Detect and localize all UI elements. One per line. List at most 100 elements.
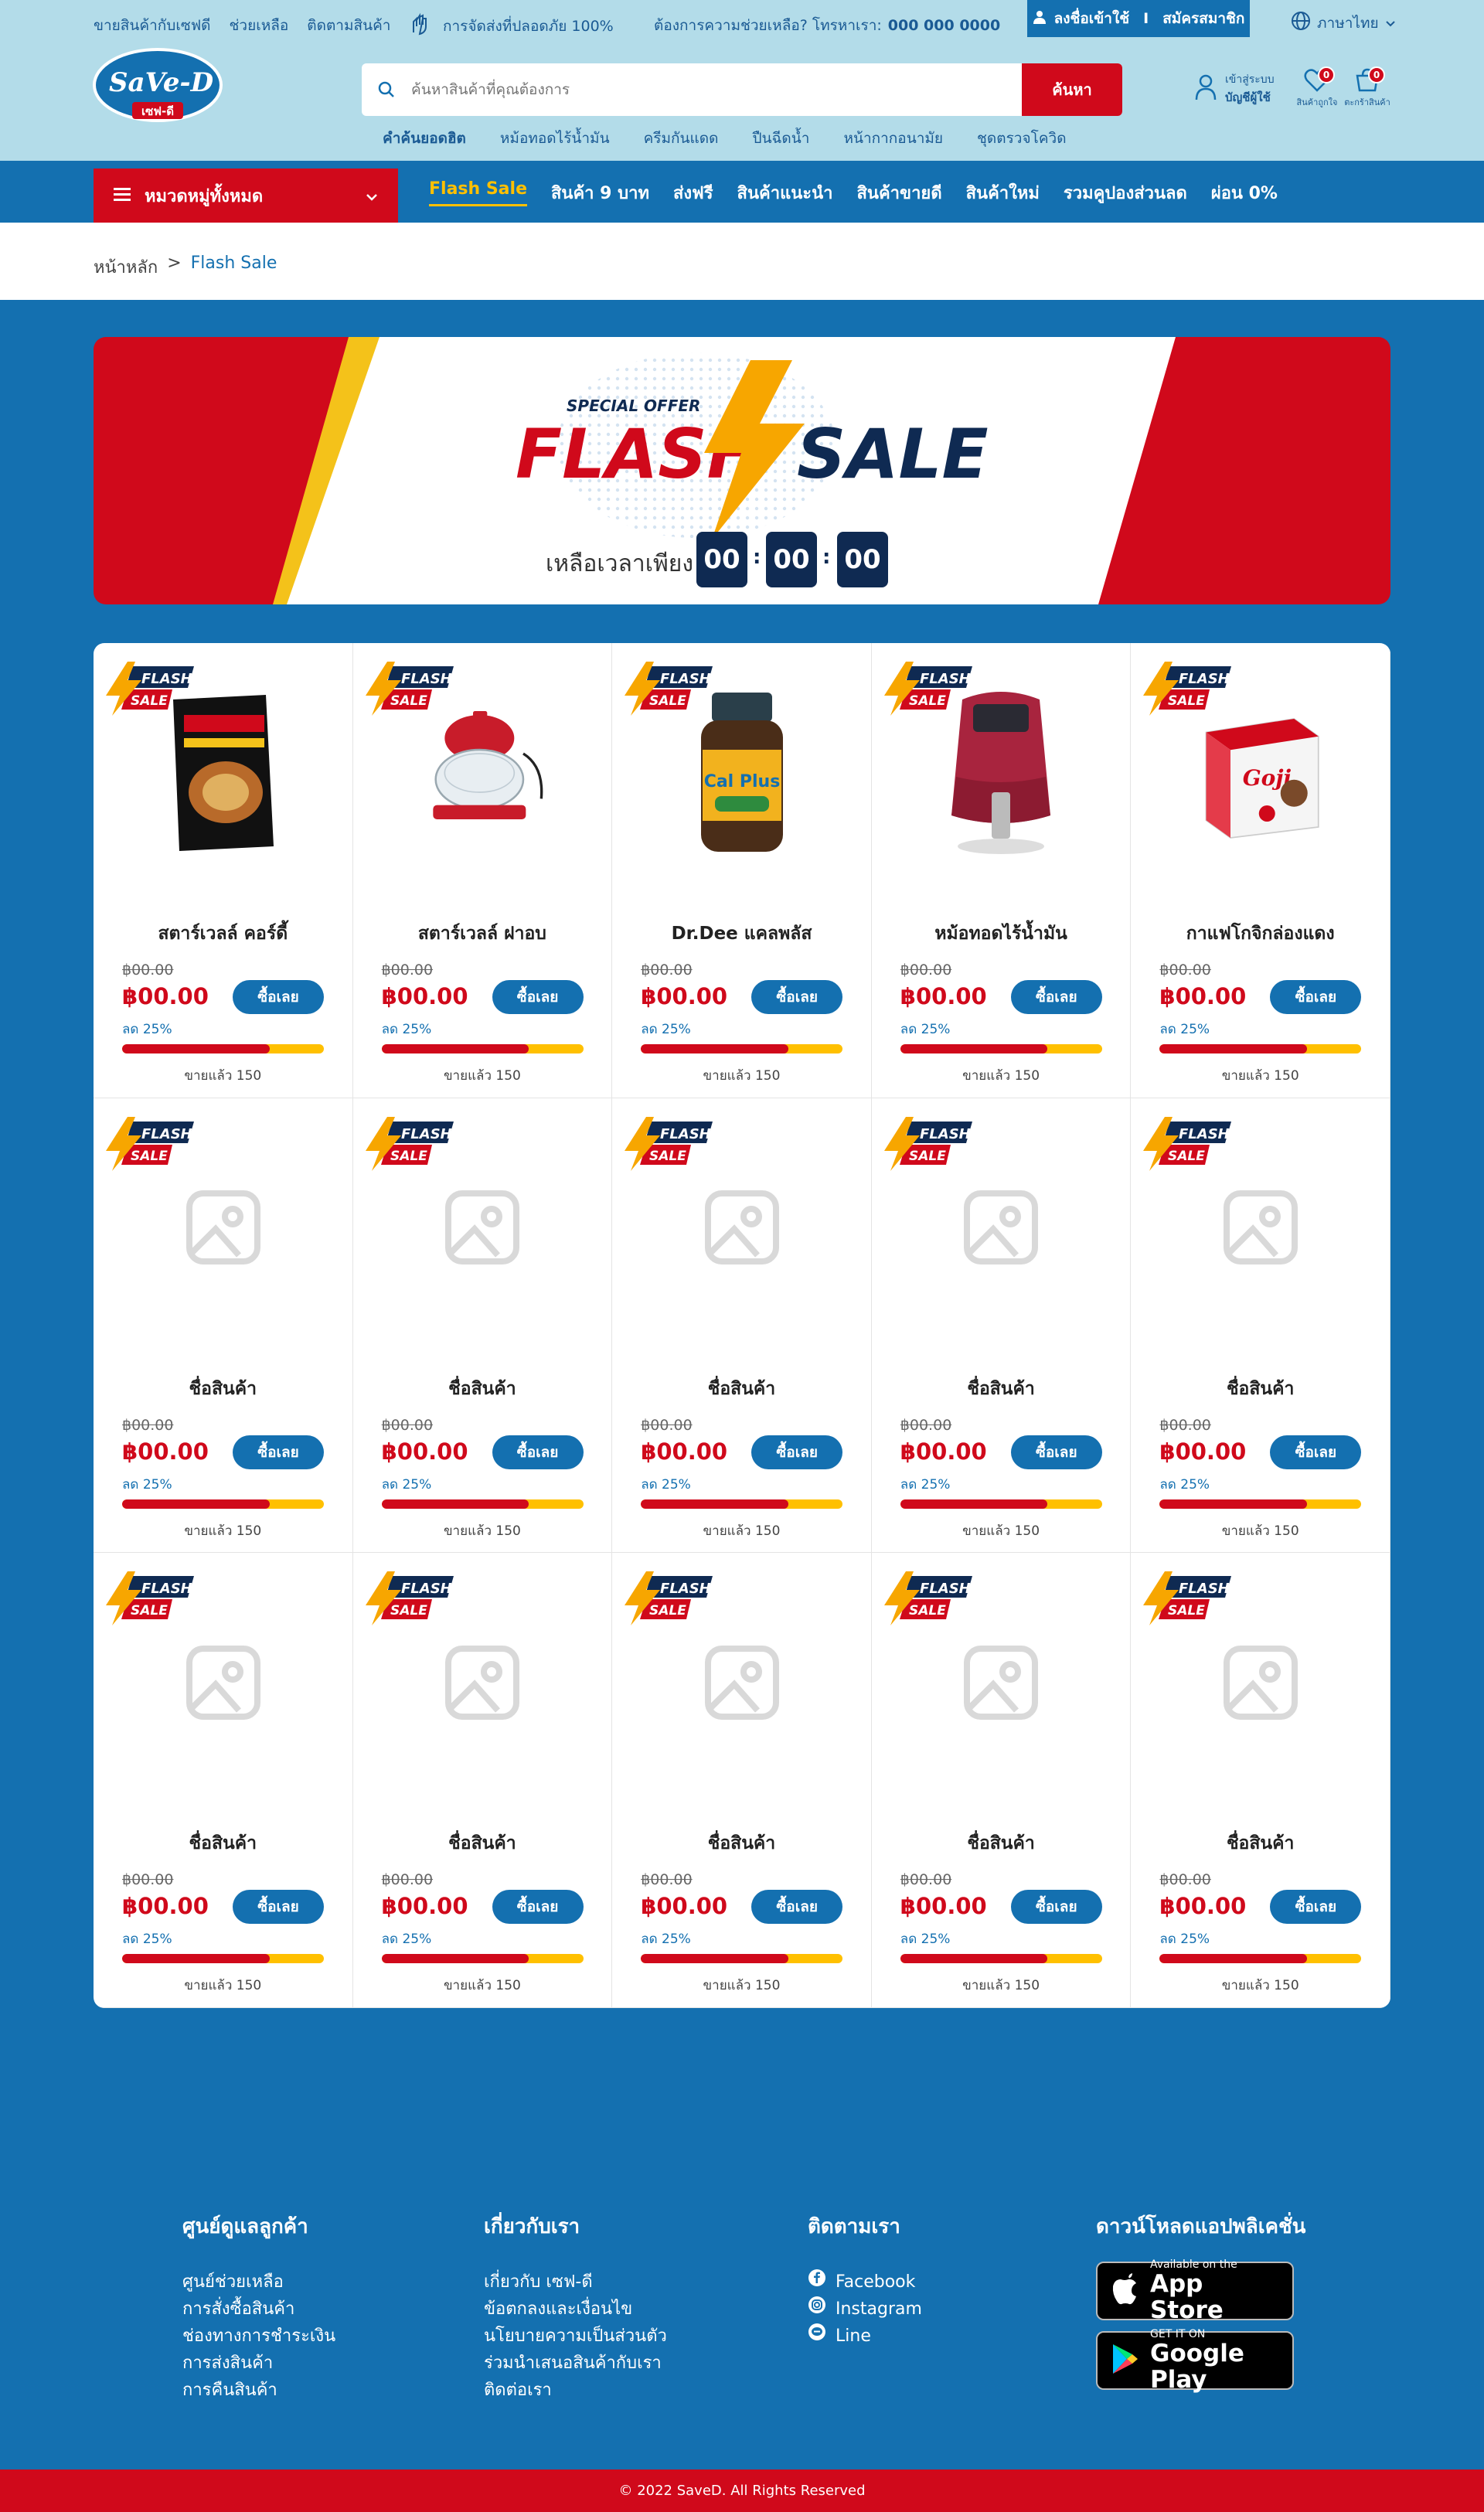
footer-link[interactable]: นโยบายความเป็นส่วนตัว	[484, 2323, 667, 2350]
footer-link-facebook[interactable]: Facebook	[808, 2269, 922, 2296]
product-image[interactable]: Goji	[1193, 705, 1328, 840]
product-image[interactable]	[415, 1615, 550, 1750]
product-image[interactable]	[1193, 1615, 1328, 1750]
account-menu[interactable]: เข้าสู่ระบบ บัญชีผู้ใช้	[1194, 71, 1275, 107]
hot-keyword[interactable]: หม้อทอดไร้น้ำมัน	[500, 127, 610, 150]
product-name[interactable]: สตาร์เวลล์ คอร์ดี้	[94, 920, 352, 948]
register-link[interactable]: สมัครสมาชิก	[1162, 7, 1244, 30]
product-name[interactable]: ชื่อสินค้า	[612, 1375, 871, 1403]
footer-link-line[interactable]: Line	[808, 2323, 922, 2350]
product-card[interactable]: FLASH SALE Goji กาแฟโกจิกล่องแดง ฿00.00 ฿00.0…	[1131, 643, 1390, 1098]
product-card[interactable]: FLASH SALE ชื่อสินค้า ฿00.00 ฿00.00 ซื้อเลย ลด…	[612, 1553, 872, 2008]
brand-logo[interactable]: SaVe-D เซฟ-ดี	[92, 46, 223, 136]
product-name[interactable]: ชื่อสินค้า	[94, 1830, 352, 1857]
product-name[interactable]: ชื่อสินค้า	[1131, 1375, 1390, 1403]
footer-link[interactable]: การส่งสินค้า	[182, 2350, 335, 2377]
product-name[interactable]: Dr.Dee แคลพลัส	[612, 920, 871, 948]
buy-now-button[interactable]: ซื้อเลย	[1270, 1890, 1362, 1925]
wishlist-button[interactable]: 0 สินค้าถูกใจ	[1290, 66, 1344, 109]
buy-now-button[interactable]: ซื้อเลย	[233, 980, 324, 1014]
product-image[interactable]	[674, 1160, 809, 1295]
product-image[interactable]	[934, 1160, 1069, 1295]
product-name[interactable]: ชื่อสินค้า	[612, 1830, 871, 1857]
buy-now-button[interactable]: ซื้อเลย	[1010, 1435, 1102, 1469]
all-categories-button[interactable]: หมวดหมู่ทั้งหมด	[94, 168, 398, 223]
nav-recommended[interactable]: สินค้าแนะนำ	[737, 179, 833, 206]
nav-best-sellers[interactable]: สินค้าขายดี	[857, 179, 942, 206]
footer-link[interactable]: ติดต่อเรา	[484, 2377, 667, 2404]
nav-flash-sale[interactable]: Flash Sale	[429, 179, 527, 206]
footer-link-instagram[interactable]: Instagram	[808, 2296, 922, 2323]
buy-now-button[interactable]: ซื้อเลย	[492, 1890, 584, 1925]
nav-new-products[interactable]: สินค้าใหม่	[966, 179, 1040, 206]
buy-now-button[interactable]: ซื้อเลย	[233, 1435, 324, 1469]
product-name[interactable]: ชื่อสินค้า	[353, 1375, 612, 1403]
buy-now-button[interactable]: ซื้อเลย	[492, 980, 584, 1014]
product-name[interactable]: สตาร์เวลล์ ฝาอบ	[353, 920, 612, 948]
cart-button[interactable]: 0 ตะกร้าสินค้า	[1340, 66, 1394, 109]
product-image[interactable]	[415, 1160, 550, 1295]
product-name[interactable]: ชื่อสินค้า	[353, 1830, 612, 1857]
footer-link[interactable]: ช่องทางการชำระเงิน	[182, 2323, 335, 2350]
app-store-button[interactable]: Available on the App Store	[1096, 2258, 1294, 2323]
hot-keyword[interactable]: ปืนฉีดน้ำ	[752, 127, 809, 150]
footer-link[interactable]: ศูนย์ช่วยเหลือ	[182, 2269, 335, 2296]
product-name[interactable]: หม้อทอดไร้น้ำมัน	[872, 920, 1131, 948]
product-image[interactable]	[415, 705, 550, 840]
hot-keyword[interactable]: ชุดตรวจโควิด	[977, 127, 1067, 150]
product-name[interactable]: ชื่อสินค้า	[94, 1375, 352, 1403]
product-image[interactable]	[1193, 1160, 1328, 1295]
product-card[interactable]: FLASH SALE ชื่อสินค้า ฿00.00 ฿00.00 ซื้อเลย ลด…	[352, 1553, 613, 2008]
breadcrumb-home[interactable]: หน้าหลัก	[94, 254, 158, 281]
product-card[interactable]: FLASH SALE ชื่อสินค้า ฿00.00 ฿00.00 ซื้อเลย ลด…	[612, 1098, 872, 1554]
product-image[interactable]	[674, 1615, 809, 1750]
login-link[interactable]: ลงชื่อเข้าใช้	[1054, 7, 1130, 30]
product-image[interactable]	[155, 1615, 291, 1750]
product-card[interactable]: FLASH SALE ชื่อสินค้า ฿00.00 ฿00.00 ซื้อเลย ลด…	[94, 1098, 353, 1554]
nav-free-shipping[interactable]: ส่งฟรี	[673, 179, 713, 206]
product-name[interactable]: ชื่อสินค้า	[872, 1830, 1131, 1857]
buy-now-button[interactable]: ซื้อเลย	[751, 1890, 843, 1925]
top-link-help[interactable]: ช่วยเหลือ	[230, 14, 289, 37]
footer-link[interactable]: ข้อตกลงและเงื่อนไข	[484, 2296, 667, 2323]
product-name[interactable]: ชื่อสินค้า	[872, 1375, 1131, 1403]
buy-now-button[interactable]: ซื้อเลย	[233, 1890, 324, 1925]
top-link-track[interactable]: ติดตามสินค้า	[307, 14, 390, 37]
footer-link[interactable]: ร่วมนำเสนอสินค้ากับเรา	[484, 2350, 667, 2377]
product-image[interactable]	[155, 1160, 291, 1295]
nav-installment[interactable]: ผ่อน 0%	[1211, 179, 1278, 206]
product-card[interactable]: FLASH SALE ชื่อสินค้า ฿00.00 ฿00.00 ซื้อเลย ลด…	[94, 1553, 353, 2008]
footer-link[interactable]: การสั่งซื้อสินค้า	[182, 2296, 335, 2323]
buy-now-button[interactable]: ซื้อเลย	[1010, 980, 1102, 1014]
product-card[interactable]: FLASH SALE สตาร์เวลล์ คอร์ดี้ ฿00.00 ฿00.00 ซ…	[94, 643, 353, 1098]
footer-link[interactable]: เกี่ยวกับ เซฟ-ดี	[484, 2269, 667, 2296]
google-play-button[interactable]: GET IT ON Google Play	[1096, 2328, 1294, 2393]
product-card[interactable]: FLASH SALE ชื่อสินค้า ฿00.00 ฿00.00 ซื้อเลย ลด…	[871, 1553, 1132, 2008]
product-card[interactable]: FLASH SALE Cal Plus Dr.Dee แคลพลัส ฿00.00 ฿00…	[612, 643, 872, 1098]
product-card[interactable]: FLASH SALE ชื่อสินค้า ฿00.00 ฿00.00 ซื้อเลย ลด…	[1131, 1098, 1390, 1554]
buy-now-button[interactable]: ซื้อเลย	[751, 980, 843, 1014]
product-card[interactable]: FLASH SALE สตาร์เวลล์ ฝาอบ ฿00.00 ฿00.00 ซื้อ…	[352, 643, 613, 1098]
buy-now-button[interactable]: ซื้อเลย	[1270, 980, 1362, 1014]
nav-9-baht[interactable]: สินค้า 9 บาท	[551, 179, 649, 206]
product-image[interactable]	[934, 691, 1069, 854]
help-phone[interactable]: 000 000 0000	[888, 17, 1000, 34]
product-card[interactable]: FLASH SALE ชื่อสินค้า ฿00.00 ฿00.00 ซื้อเลย ลด…	[1131, 1553, 1390, 2008]
hot-keyword[interactable]: หน้ากากอนามัย	[843, 127, 943, 150]
product-card[interactable]: FLASH SALE ชื่อสินค้า ฿00.00 ฿00.00 ซื้อเลย ลด…	[871, 1098, 1132, 1554]
language-selector[interactable]: ภาษาไทย	[1291, 11, 1396, 35]
hot-keyword[interactable]: ครีมกันแดด	[644, 127, 719, 150]
product-name[interactable]: กาแฟโกจิกล่องแดง	[1131, 920, 1390, 948]
product-image[interactable]	[155, 694, 291, 851]
product-card[interactable]: FLASH SALE หม้อทอดไร้น้ำมัน ฿00.00 ฿00.00 ซื้…	[871, 643, 1132, 1098]
nav-coupons[interactable]: รวมคูปองส่วนลด	[1064, 179, 1187, 206]
search-input[interactable]	[411, 63, 1022, 116]
search-button[interactable]: ค้นหา	[1022, 63, 1122, 116]
buy-now-button[interactable]: ซื้อเลย	[1010, 1890, 1102, 1925]
buy-now-button[interactable]: ซื้อเลย	[751, 1435, 843, 1469]
buy-now-button[interactable]: ซื้อเลย	[1270, 1435, 1362, 1469]
top-link-sell[interactable]: ขายสินค้ากับเซฟดี	[94, 14, 211, 37]
buy-now-button[interactable]: ซื้อเลย	[492, 1435, 584, 1469]
product-image[interactable]	[934, 1615, 1069, 1750]
product-image[interactable]: Cal Plus	[674, 692, 809, 852]
